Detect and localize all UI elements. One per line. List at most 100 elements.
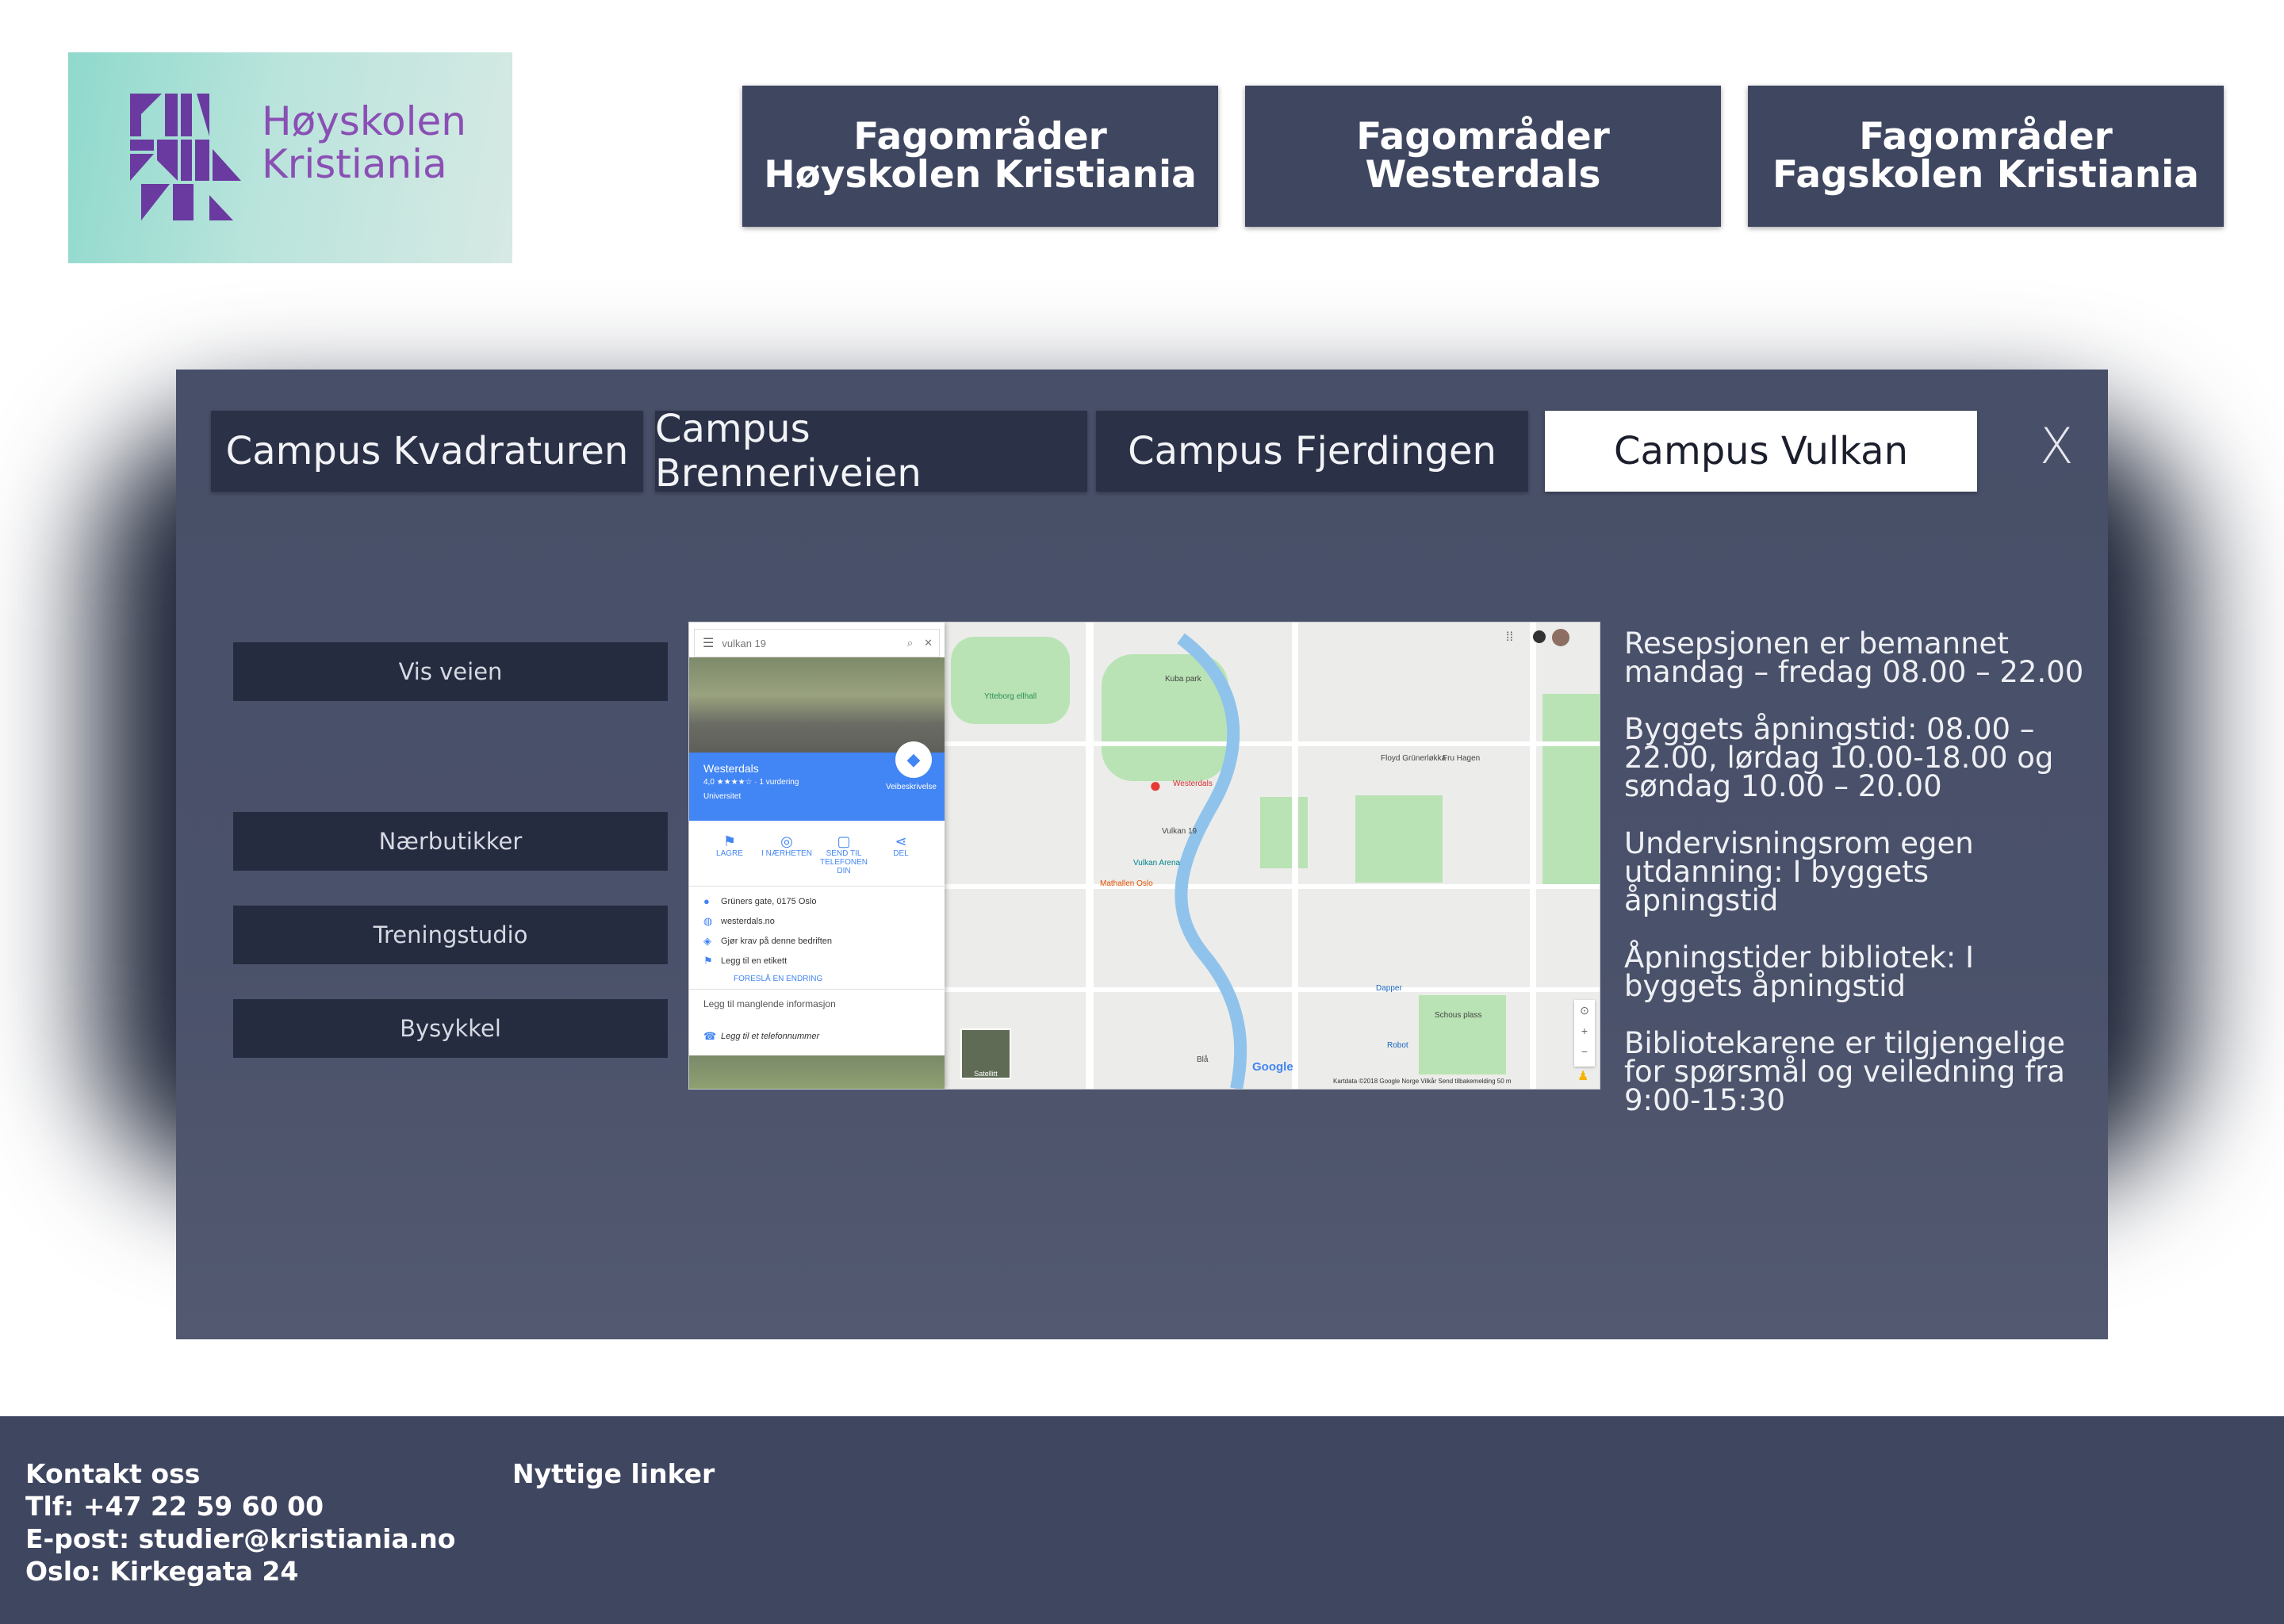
location-icon: ● [703,895,710,907]
nav-line2: Høyskolen Kristiania [764,153,1197,197]
google-map[interactable]: Kuba park Ytteborg ellhall ● Westerdals … [688,622,1600,1090]
info-opening-hours: Byggets åpningstid: 08.00 – 22.00, lørda… [1624,712,2054,803]
footer-links: Nyttige linker [512,1457,715,1490]
notification-icon[interactable] [1533,630,1546,643]
add-phone-row[interactable]: ☎ Legg til et telefonnummer [703,1030,819,1043]
campus-modal: Campus Kvadraturen Campus Brenneriveien … [176,370,2108,1339]
map-place: Ytteborg ellhall [984,692,1037,701]
tab-campus-brenneriveien[interactable]: Campus Brenneriveien [655,407,1087,496]
map-place: Kuba park [1165,675,1201,684]
contact-address: Oslo: Kirkegata 24 [25,1556,299,1587]
logo-mark-icon [130,94,241,220]
send-label: SEND TIL TELEFONEN DIN [819,849,868,875]
map-place: Dapper [1376,984,1402,993]
search-icon[interactable]: ⌕ [902,637,918,649]
logo-line1: Høyskolen [262,98,466,144]
place-card: ☰ vulkan 19 ⌕ ✕ ◆ Westerdals 4,0 ★★★★☆ ·… [689,622,945,1089]
tab-campus-vulkan[interactable]: Campus Vulkan [1545,411,1977,492]
nav-button-fagskolen[interactable]: Fagområder Fagskolen Kristiania [1748,86,2224,227]
share-button[interactable]: ⋖ DEL [873,833,929,858]
flag-icon: ⚑ [703,955,713,967]
detail-text: westerdals.no [721,917,775,926]
directions-label[interactable]: Veibeskrivelse [886,783,937,791]
missing-info: Legg til manglende informasjon [703,998,836,1009]
info-classrooms: Undervisningsrom egen utdanning: I bygge… [1624,826,1974,917]
tab-campus-fjerdingen[interactable]: Campus Fjerdingen [1096,411,1528,492]
vis-veien-button[interactable]: Vis veien [233,642,668,701]
detail-row[interactable]: ◍ westerdals.no [703,915,775,928]
satellite-toggle[interactable]: Satellitt [960,1028,1011,1079]
zoom-in-button[interactable]: + [1574,1021,1595,1041]
save-label: LAGRE [716,849,743,858]
logo[interactable]: Høyskolen Kristiania [68,52,512,263]
links-title: Nyttige linker [512,1458,715,1489]
map-place: Westerdals [1173,779,1213,788]
phone-icon: ▢ [837,833,851,849]
campus-info: Resepsjonen er bemannet mandag – fredag … [1624,629,2092,1143]
pegman-icon[interactable]: ♟ [1577,1068,1588,1084]
nearby-label: I NÆRHETEN [761,849,812,858]
nav-button-hoyskolen[interactable]: Fagområder Høyskolen Kristiania [742,86,1218,227]
satellite-label: Satellitt [974,1070,998,1078]
nav-button-westerdals[interactable]: Fagområder Westerdals [1245,86,1721,227]
map-place: Schous plass [1435,1011,1482,1020]
bysykkel-button[interactable]: Bysykkel [233,999,668,1058]
place-photo[interactable] [689,657,945,753]
nearby-icon: ◎ [780,833,793,849]
naerbutikker-button[interactable]: Nærbutikker [233,812,668,871]
place-photo-bottom[interactable] [689,1055,945,1089]
detail-text: Legg til en etikett [721,956,788,966]
divider [689,886,945,887]
zoom-controls[interactable]: ⊙ + − [1574,1000,1595,1067]
place-category: Universitet [703,792,742,801]
contact-title: Kontakt oss [25,1458,201,1489]
nav-line1: Fagområder [1356,115,1610,159]
nearby-button[interactable]: ◎ I NÆRHETEN [759,833,814,858]
close-icon[interactable]: X [2040,417,2073,475]
info-library-hours: Åpningstider bibliotek: I byggets åpning… [1624,940,1975,1003]
place-rating: 4,0 ★★★★☆ · 1 vurdering [703,778,799,787]
my-location-icon[interactable]: ⊙ [1574,1000,1595,1021]
map-place: Floyd Grünerløkka [1381,754,1447,763]
save-button[interactable]: ⚑ LAGRE [702,833,757,858]
detail-text: Gjør krav på denne bedriften [721,936,833,946]
place-actions: ⚑ LAGRE ◎ I NÆRHETEN ▢ SEND TIL TELEFONEN D… [689,822,945,886]
directions-icon[interactable]: ◆ [895,741,932,778]
treningstudio-button[interactable]: Treningstudio [233,906,668,964]
map-place: Fru Hagen [1443,754,1481,763]
globe-icon: ◍ [703,915,713,927]
detail-row[interactable]: ◈ Gjør krav på denne bedriften [703,935,832,948]
map-search-input[interactable]: vulkan 19 [722,638,902,649]
share-icon: ⋖ [895,833,907,849]
contact-email[interactable]: E-post: studier@kristiania.no [25,1522,455,1555]
close-icon[interactable]: ✕ [918,637,939,649]
google-logo: Google [1252,1060,1293,1074]
zoom-out-button[interactable]: − [1574,1041,1595,1062]
map-search-box[interactable]: ☰ vulkan 19 ⌕ ✕ [694,629,940,657]
footer-contact: Kontakt oss Tlf: +47 22 59 60 00 E-post:… [25,1457,455,1588]
detail-row[interactable]: ● Grüners gate, 0175 Oslo [703,895,816,907]
detail-text: Grüners gate, 0175 Oslo [721,896,817,906]
map-place: Mathallen Oslo [1100,879,1153,888]
nav-line2: Westerdals [1365,153,1601,197]
footer: Kontakt oss Tlf: +47 22 59 60 00 E-post:… [0,1416,2284,1624]
suggest-edit-link[interactable]: FORESLÅ EN ENDRING [734,975,822,983]
pin-icon[interactable]: ● [1149,773,1162,798]
logo-text: Høyskolen Kristiania [262,100,466,186]
logo-line2: Kristiania [262,141,447,187]
bookmark-icon: ⚑ [722,833,737,849]
divider [689,989,945,990]
nav-line2: Fagskolen Kristiania [1772,153,2200,197]
contact-phone[interactable]: Tlf: +47 22 59 60 00 [25,1490,455,1522]
avatar[interactable] [1552,629,1569,646]
menu-icon[interactable]: ☰ [695,635,722,651]
map-place: Vulkan 19 [1162,827,1198,836]
nav-line1: Fagområder [1859,115,2113,159]
place-name: Westerdals [703,762,759,775]
apps-icon[interactable]: ⁞⁞ [1506,630,1513,645]
map-place: Robot [1387,1041,1408,1050]
add-phone-text: Legg til et telefonnummer [721,1032,820,1041]
detail-row[interactable]: ⚑ Legg til en etikett [703,955,787,967]
send-to-phone-button[interactable]: ▢ SEND TIL TELEFONEN DIN [816,833,872,875]
tab-campus-kvadraturen[interactable]: Campus Kvadraturen [211,411,643,492]
